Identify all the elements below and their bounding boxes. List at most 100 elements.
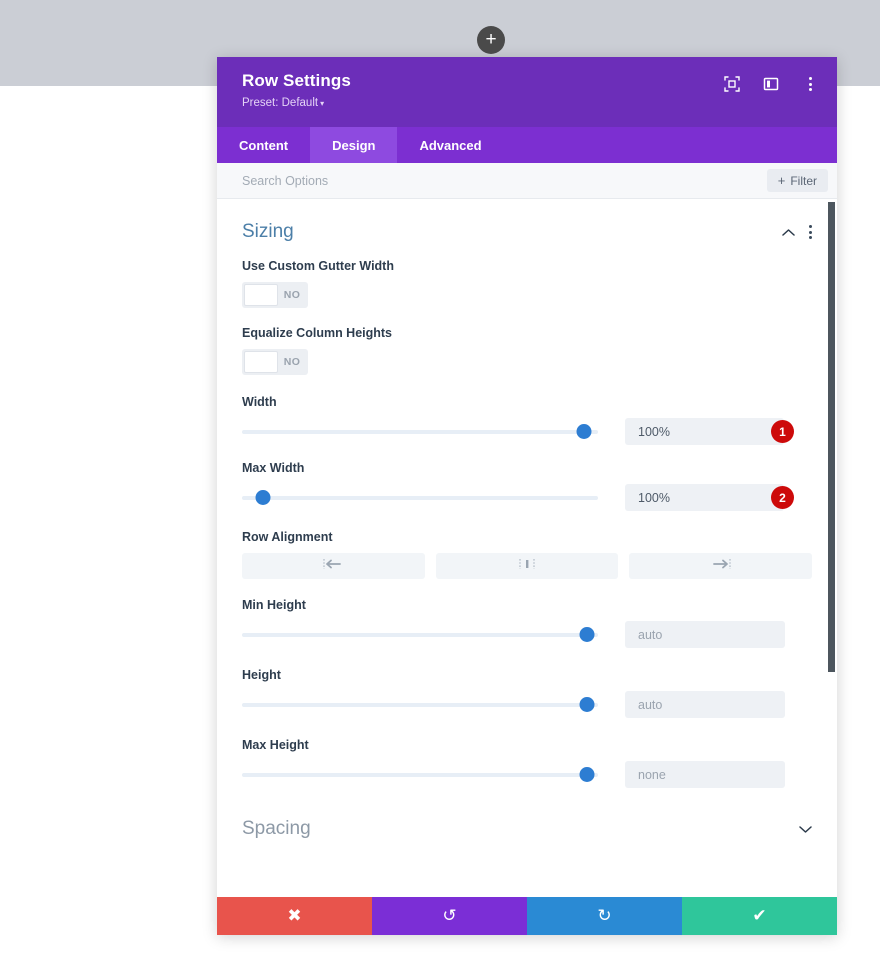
options-scroll-area: Sizing Use Custom Gutter Width NO Equali… xyxy=(217,199,837,897)
filter-label: Filter xyxy=(790,173,817,188)
slider-handle[interactable] xyxy=(576,424,592,439)
height-slider[interactable] xyxy=(242,695,598,715)
field-label: Row Alignment xyxy=(242,530,333,544)
height-control-row: auto xyxy=(242,691,812,718)
max-height-slider[interactable] xyxy=(242,765,598,785)
plus-icon: + xyxy=(777,172,786,188)
field-min-height: Min Height auto xyxy=(242,598,812,648)
slider-track xyxy=(242,772,598,777)
field-label: Equalize Column Heights xyxy=(242,326,393,340)
slider-track xyxy=(242,495,598,500)
toggle-knob xyxy=(244,351,278,373)
modal-action-bar: ✖ ↺ ↻ ✔ xyxy=(217,897,837,935)
field-label: Use Custom Gutter Width xyxy=(242,259,394,273)
slider-handle[interactable] xyxy=(255,490,271,505)
min-height-placeholder: auto xyxy=(638,627,663,642)
chevron-up-icon[interactable] xyxy=(782,226,795,239)
align-center-button[interactable] xyxy=(435,553,619,579)
sizing-section-header[interactable]: Sizing xyxy=(242,199,812,259)
align-left-button[interactable] xyxy=(242,553,425,579)
modal-header: Row Settings Preset: Default ▾ xyxy=(217,57,837,127)
field-height: Height auto xyxy=(242,668,812,718)
align-left-icon xyxy=(322,557,344,575)
slider-handle[interactable] xyxy=(579,767,595,782)
redo-icon: ↻ xyxy=(597,906,612,925)
height-value-input[interactable]: auto xyxy=(625,691,785,718)
field-max-height: Max Height none xyxy=(242,738,812,788)
max-height-control-row: none xyxy=(242,761,812,788)
slider-track xyxy=(242,632,598,637)
field-label: Max Width xyxy=(242,461,305,475)
width-control-row: 100% 1 xyxy=(242,418,812,445)
row-settings-modal: Row Settings Preset: Default ▾ Content D… xyxy=(217,57,837,935)
max-height-value-input[interactable]: none xyxy=(625,761,785,788)
field-equalize-column-heights: Equalize Column Heights NO xyxy=(242,326,812,375)
max-width-control-row: 100% 2 xyxy=(242,484,812,511)
field-label: Width xyxy=(242,395,277,409)
min-height-slider[interactable] xyxy=(242,625,598,645)
filter-button[interactable]: + Filter xyxy=(766,169,828,192)
modal-tabs: Content Design Advanced xyxy=(217,127,837,163)
row-alignment-group xyxy=(242,553,813,579)
screen: + Row Settings Preset: Default ▾ Content… xyxy=(0,0,880,962)
panel-layout-icon[interactable] xyxy=(762,75,780,93)
toggle-value: NO xyxy=(283,356,301,368)
width-value-input[interactable]: 100% xyxy=(625,418,784,445)
close-icon: ✖ xyxy=(287,906,302,925)
search-input[interactable] xyxy=(242,173,662,188)
cancel-button[interactable]: ✖ xyxy=(217,897,372,935)
save-button[interactable]: ✔ xyxy=(682,897,837,935)
search-bar: + Filter xyxy=(217,163,837,199)
align-right-button[interactable] xyxy=(629,553,813,579)
check-icon: ✔ xyxy=(752,906,767,925)
field-label: Min Height xyxy=(242,598,306,612)
modal-header-icons xyxy=(723,75,819,93)
tab-content[interactable]: Content xyxy=(217,127,310,163)
min-height-control-row: auto xyxy=(242,621,812,648)
field-label: Height xyxy=(242,668,281,682)
more-vertical-icon[interactable] xyxy=(801,75,819,93)
preset-label: Preset: Default xyxy=(242,97,319,109)
chevron-down-icon: ▾ xyxy=(320,99,325,108)
more-vertical-icon[interactable] xyxy=(809,225,812,239)
field-width: Width 100% 1 xyxy=(242,395,812,445)
field-max-width: Max Width 100% 2 xyxy=(242,461,812,511)
section-header-icons xyxy=(782,225,812,239)
preset-selector[interactable]: Preset: Default ▾ xyxy=(242,96,351,111)
add-section-button[interactable]: + xyxy=(477,26,505,54)
toggle-knob xyxy=(244,284,278,306)
modal-header-titles: Row Settings Preset: Default ▾ xyxy=(242,70,351,111)
max-width-value: 100% xyxy=(638,490,670,505)
slider-handle[interactable] xyxy=(579,627,595,642)
spacing-section-header[interactable]: Spacing xyxy=(242,794,812,850)
spacing-title: Spacing xyxy=(242,818,311,839)
focus-frame-icon[interactable] xyxy=(723,75,741,93)
redo-button[interactable]: ↻ xyxy=(527,897,682,935)
toggle-value: NO xyxy=(283,289,301,301)
align-center-icon xyxy=(516,557,538,575)
field-label: Max Height xyxy=(242,738,309,752)
chevron-down-icon[interactable] xyxy=(799,823,812,836)
page-title: Row Settings xyxy=(242,71,351,90)
tab-advanced[interactable]: Advanced xyxy=(397,127,503,163)
gutter-width-toggle[interactable]: NO xyxy=(242,282,308,308)
scrollbar[interactable] xyxy=(828,199,836,897)
max-width-value-input[interactable]: 100% xyxy=(625,484,784,511)
max-width-slider[interactable] xyxy=(242,488,598,508)
slider-track xyxy=(242,429,598,434)
field-use-custom-gutter-width: Use Custom Gutter Width NO xyxy=(242,259,812,308)
undo-icon: ↺ xyxy=(442,906,457,925)
max-height-placeholder: none xyxy=(638,767,666,782)
width-slider[interactable] xyxy=(242,422,598,442)
tab-design[interactable]: Design xyxy=(310,127,398,163)
min-height-value-input[interactable]: auto xyxy=(625,621,785,648)
section-title: Sizing xyxy=(242,221,294,242)
equalize-heights-toggle[interactable]: NO xyxy=(242,349,308,375)
scrollbar-thumb[interactable] xyxy=(828,202,835,672)
undo-button[interactable]: ↺ xyxy=(372,897,527,935)
slider-handle[interactable] xyxy=(579,697,595,712)
width-value: 100% xyxy=(638,424,670,439)
slider-track xyxy=(242,702,598,707)
field-row-alignment: Row Alignment xyxy=(242,530,813,579)
plus-icon: + xyxy=(485,28,497,50)
